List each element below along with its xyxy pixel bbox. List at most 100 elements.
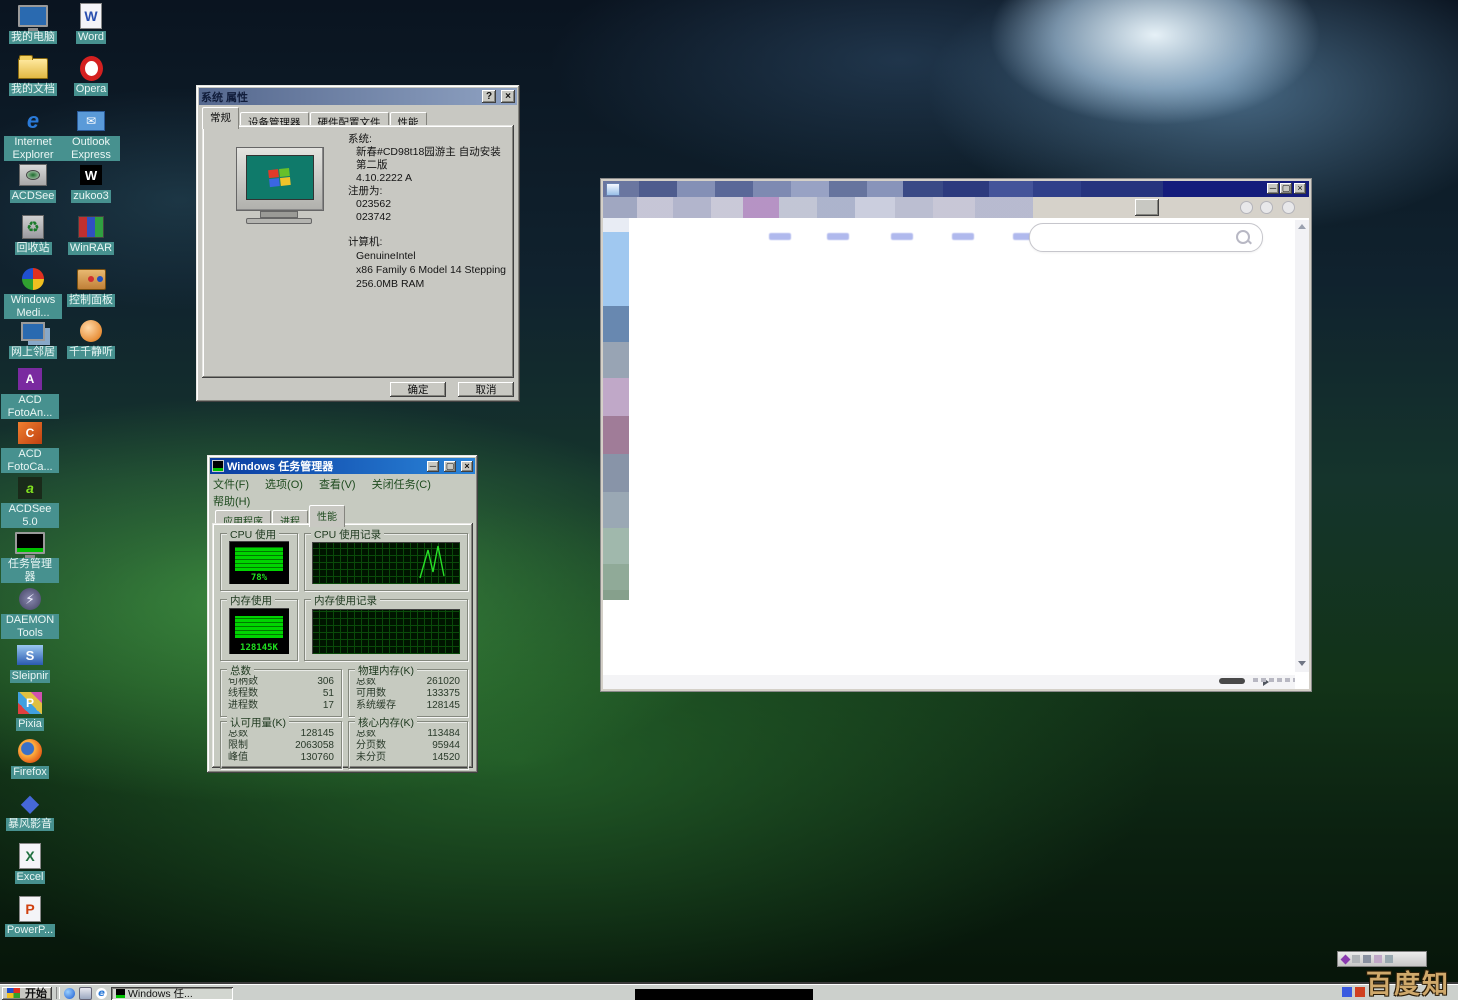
- search-input[interactable]: [1029, 223, 1263, 252]
- cpu-usage-label: CPU 使用: [227, 527, 279, 542]
- ttplayer-icon: [76, 318, 106, 344]
- desktop-icon-windows-media[interactable]: Windows Medi...: [4, 266, 62, 319]
- nav-circle-icon[interactable]: [1240, 201, 1253, 214]
- desktop-icon-ttplayer[interactable]: 千千静听: [62, 318, 120, 359]
- menu-options[interactable]: 选项(O): [265, 476, 303, 492]
- stat-row: 系统缓存128145: [349, 700, 467, 712]
- taskbar-divider: [56, 987, 60, 999]
- quicklaunch-ie-icon[interactable]: e: [96, 988, 107, 999]
- stat-row: 限制2063058: [221, 740, 341, 752]
- desktop-icon-internet-explorer[interactable]: eInternet Explorer: [4, 108, 62, 161]
- commit-charge-group: 认可用量(K) 总数128145 限制2063058 峰值130760: [220, 721, 342, 769]
- menu-end-task[interactable]: 关闭任务(C): [372, 476, 431, 492]
- desktop-icon-excel[interactable]: XExcel: [1, 843, 59, 884]
- desktop-icon-firefox[interactable]: Firefox: [1, 738, 59, 779]
- desktop-icon-network-places[interactable]: 网上邻居: [4, 318, 62, 359]
- desktop-icon-control-panel[interactable]: 控制面板: [62, 266, 120, 307]
- bigwin-titlebar[interactable]: ─ ▢ ×: [603, 181, 1309, 197]
- toolbar-button[interactable]: [1135, 199, 1159, 216]
- desktop-icon-my-computer[interactable]: 我的电脑: [4, 3, 62, 44]
- desktop-icon-my-documents[interactable]: 我的文档: [4, 55, 62, 96]
- desktop-icon-powerpoint[interactable]: PPowerP...: [1, 896, 59, 937]
- desktop-icon-opera[interactable]: Opera: [62, 55, 120, 96]
- redaction-block: [635, 989, 813, 1000]
- help-button[interactable]: ?: [482, 90, 496, 103]
- minimize-button[interactable]: ─: [1267, 183, 1279, 194]
- my-computer-icon: [18, 3, 48, 29]
- monitor-stand: [260, 211, 298, 218]
- computer-info: 计算机: GenuineIntel x86 Family 6 Model 14 …: [348, 235, 506, 291]
- stat-row: 可用数133375: [349, 688, 467, 700]
- acd-fotoangelo-icon: A: [15, 366, 45, 392]
- desktop-icon-pixia[interactable]: PPixia: [1, 690, 59, 731]
- partially-rendered-browser-window: ─ ▢ ×: [600, 178, 1312, 692]
- memory-usage-value: 128145K: [229, 643, 289, 653]
- menu-file[interactable]: 文件(F): [213, 476, 249, 492]
- menu-view[interactable]: 查看(V): [319, 476, 356, 492]
- system-properties-titlebar[interactable]: 系统 属性 ? ×: [199, 88, 517, 105]
- close-button[interactable]: ×: [1294, 183, 1306, 194]
- desktop-icon-sleipnir[interactable]: SSleipnir: [1, 642, 59, 683]
- computer-label: 计算机:: [348, 235, 506, 249]
- ime-icon[interactable]: [1374, 955, 1382, 963]
- cpu-history-group: CPU 使用记录: [304, 533, 468, 591]
- kernel-memory-group: 核心内存(K) 总数113484 分页数95944 未分页14520: [348, 721, 468, 769]
- scroll-down-icon[interactable]: [1298, 661, 1306, 666]
- ime-icon[interactable]: [1385, 955, 1393, 963]
- desktop-icon-task-manager[interactable]: 任务管理器: [1, 530, 59, 583]
- quicklaunch-show-desktop-icon[interactable]: [79, 987, 92, 1000]
- cpu-usage-gauge: 78%: [229, 541, 289, 584]
- maximize-button[interactable]: ▢: [1280, 183, 1292, 194]
- quicklaunch-msn-icon[interactable]: [64, 988, 75, 999]
- desktop-icon-zukoo3[interactable]: Wzukoo3: [62, 162, 120, 203]
- recycle-bin-icon: ♻: [18, 214, 48, 240]
- performance-tab-page: CPU 使用 78% CPU 使用记录 内存使用 128145K: [212, 523, 473, 768]
- storm-player-icon: ◆: [15, 790, 45, 816]
- ime-icon[interactable]: [1363, 955, 1371, 963]
- tray-icon[interactable]: [1355, 987, 1365, 997]
- minimize-button[interactable]: ─: [427, 461, 439, 472]
- task-manager-window: Windows 任务管理器 ─ ▢ × 文件(F) 选项(O) 查看(V) 关闭…: [207, 455, 478, 773]
- desktop-icon-storm-player[interactable]: ◆暴风影音: [1, 790, 59, 831]
- cancel-button[interactable]: 取消: [458, 382, 514, 397]
- cpu-history-graph: [312, 542, 460, 584]
- desktop-icon-word[interactable]: WWord: [62, 3, 120, 44]
- ime-icon[interactable]: [1352, 955, 1360, 963]
- tray-icon[interactable]: [1342, 987, 1352, 997]
- daemon-tools-icon: ⚡: [15, 586, 45, 612]
- close-button[interactable]: ×: [501, 90, 515, 103]
- task-manager-titlebar[interactable]: Windows 任务管理器 ─ ▢ ×: [210, 458, 475, 474]
- desktop-icon-acdsee[interactable]: ACDSee: [4, 162, 62, 203]
- memory-usage-label: 内存使用: [227, 593, 275, 608]
- firefox-icon: [15, 738, 45, 764]
- powerpoint-icon: P: [15, 896, 45, 922]
- desktop-icon-acd-fotoangelo[interactable]: AACD FotoAn...: [1, 366, 59, 419]
- window-title: Windows 任务管理器: [227, 458, 333, 474]
- close-button[interactable]: ×: [461, 461, 473, 472]
- scroll-up-icon[interactable]: [1298, 224, 1306, 229]
- stat-row: 峰值130760: [221, 752, 341, 764]
- maximize-button[interactable]: ▢: [444, 461, 456, 472]
- desktop-icon-winrar[interactable]: WinRAR: [62, 214, 120, 255]
- ime-diamond-icon[interactable]: [1341, 954, 1351, 964]
- tab-performance[interactable]: 性能: [309, 505, 345, 527]
- task-manager-icon: [15, 530, 45, 556]
- zukoo3-icon: W: [76, 162, 106, 188]
- desktop-icon-acd-fotocanvas[interactable]: CACD FotoCa...: [1, 420, 59, 473]
- desktop-icon-recycle-bin[interactable]: ♻回收站: [4, 214, 62, 255]
- taskbar-task-button[interactable]: Windows 任...: [111, 987, 233, 1000]
- cpu-history-line: [312, 542, 458, 582]
- start-button[interactable]: 开始: [2, 987, 52, 1000]
- opera-icon: [76, 55, 106, 81]
- system-properties-dialog: 系统 属性 ? × 常规 设备管理器 硬件配置文件 性能: [196, 85, 520, 402]
- desktop-icon-daemon-tools[interactable]: ⚡DAEMON Tools: [1, 586, 59, 639]
- vertical-scrollbar[interactable]: [1295, 220, 1309, 672]
- ok-button[interactable]: 确定: [390, 382, 446, 397]
- horizontal-scrollbar[interactable]: [603, 675, 1295, 689]
- windows-flag-icon: [7, 988, 20, 998]
- tab-general[interactable]: 常规: [202, 107, 239, 129]
- desktop-icon-outlook-express[interactable]: ✉Outlook Express: [62, 108, 120, 161]
- home-circle-icon[interactable]: [1260, 201, 1273, 214]
- refresh-circle-icon[interactable]: [1282, 201, 1295, 214]
- desktop-icon-acdsee5[interactable]: aACDSee 5.0: [1, 475, 59, 528]
